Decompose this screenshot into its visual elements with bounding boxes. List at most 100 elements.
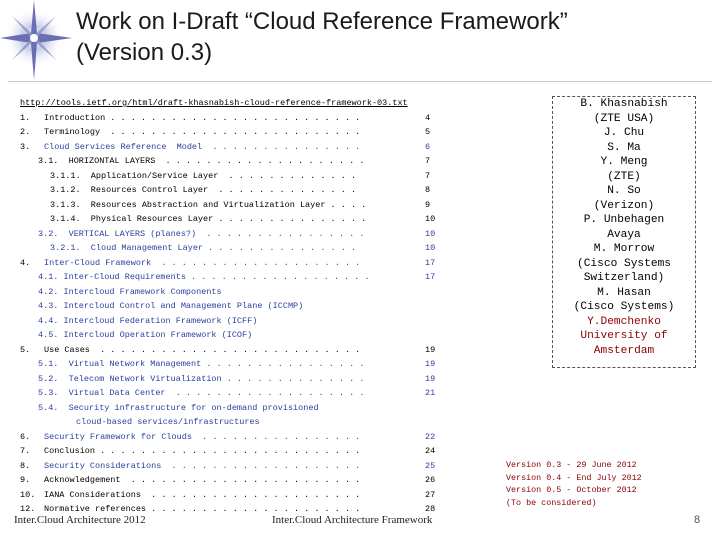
draft-url-link[interactable]: http://tools.ietf.org/html/draft-khasnab…	[20, 98, 408, 108]
toc-entry: 5.2. Telecom Network Virtualization . . …	[20, 372, 490, 387]
toc-entry: 3.2. VERTICAL LAYERS (planes?) . . . . .…	[20, 227, 490, 242]
toc-entry-page: 5	[425, 127, 431, 137]
toc-entry: 3.1.3. Resources Abstraction and Virtual…	[20, 198, 490, 213]
toc-entry: 8. Security Considerations . . . . . . . …	[20, 459, 490, 474]
author-line: (ZTE)	[607, 170, 641, 183]
toc-entry-title: Cloud Services Reference Model . . . . .…	[44, 141, 361, 152]
toc-entry-page: 19	[425, 359, 436, 369]
toc-entry: 3.2.1. Cloud Management Layer . . . . . …	[20, 241, 490, 256]
title-line-2: (Version 0.3)	[76, 39, 213, 66]
toc-entry: 6. Security Framework for Clouds . . . . …	[20, 430, 490, 445]
author-line: University of	[580, 330, 668, 342]
toc-entry-number: 10.	[20, 489, 36, 500]
toc-entry-page: 24	[425, 446, 436, 456]
toc-entry-number: 6.	[20, 431, 31, 442]
author-line: M. Hasan	[597, 286, 651, 299]
author-line: (Cisco Systems)	[573, 301, 675, 313]
toc-entry-title: Use Cases . . . . . . . . . . . . . . . …	[44, 344, 361, 355]
toc-entry: 3. Cloud Services Reference Model . . . .…	[20, 140, 490, 155]
toc-entry-number: 1.	[20, 112, 31, 123]
toc-entry-number: 5.	[20, 344, 31, 355]
toc-entry-page: 21	[425, 388, 436, 398]
toc-entry-number: 8.	[20, 460, 31, 471]
toc-entry: 4.4. Intercloud Federation Framework (IC…	[20, 314, 490, 329]
footer-center: Inter.Cloud Architecture Framework	[272, 514, 433, 526]
page-number: 8	[694, 514, 701, 526]
author-line: (Cisco Systems	[577, 257, 671, 270]
toc-entry-number: 3.	[20, 141, 31, 152]
toc-entry: 2. Terminology . . . . . . . . . . . . . …	[20, 125, 490, 140]
toc-entry: 4.1. Inter-Cloud Requirements . . . . . …	[20, 270, 490, 285]
author-line: B. Khasnabish	[580, 98, 668, 110]
toc-entry: 3.1.4. Physical Resources Layer . . . . …	[20, 212, 490, 227]
title-line-1: Work on I-Draft “Cloud Reference Framewo…	[76, 8, 568, 35]
author-line: Y. Meng	[600, 156, 648, 168]
toc-entry-title: 3.2.1. Cloud Management Layer . . . . . …	[50, 243, 357, 253]
toc-entry: 4.5. Intercloud Operation Framework (ICO…	[20, 328, 490, 343]
toc-entry-title: IANA Considerations . . . . . . . . . . …	[44, 489, 361, 500]
toc-entry: 4. Inter-Cloud Framework . . . . . . . . …	[20, 256, 490, 271]
toc-entry: 1. Introduction . . . . . . . . . . . . .…	[20, 111, 490, 126]
toc-entry-title: cloud-based services/infrastructures	[76, 417, 260, 427]
version-line: Version 0.4 - End July 2012	[506, 472, 642, 483]
toc-entry-title: 4.3. Intercloud Control and Management P…	[38, 301, 304, 311]
toc-entry: 7. Conclusion . . . . . . . . . . . . . .…	[20, 444, 490, 459]
toc-entry-title: 3.1. HORIZONTAL LAYERS . . . . . . . . .…	[38, 156, 365, 166]
toc-entry-title: Inter-Cloud Framework . . . . . . . . . …	[44, 257, 361, 268]
toc-entry-number: 2.	[20, 127, 31, 137]
toc-entry-title: 5.1. Virtual Network Management . . . . …	[38, 359, 365, 369]
version-line: Version 0.3 - 29 June 2012	[506, 460, 637, 470]
toc-entry-title: 3.1.1. Application/Service Layer . . . .…	[50, 170, 357, 181]
toc-entry-number: 4.	[20, 257, 31, 268]
toc-entry-page: 7	[425, 156, 431, 166]
author-line: Y.Demchenko	[587, 315, 661, 328]
star-logo-icon	[0, 0, 72, 80]
toc-entry-page: 25	[425, 460, 436, 471]
toc-entry: 3.1.2. Resources Control Layer . . . . .…	[20, 183, 490, 198]
toc-entry-page: 4	[425, 112, 431, 123]
toc-entry: 3.1. HORIZONTAL LAYERS . . . . . . . . .…	[20, 154, 490, 169]
toc-entry-title: Terminology . . . . . . . . . . . . . . …	[44, 127, 361, 137]
authors-box: B. Khasnabish (ZTE USA) J. Chu S. Ma Y. Meng…	[552, 96, 696, 368]
toc-entry-page: 26	[425, 475, 436, 485]
toc-entry-page: 9	[425, 199, 431, 210]
author-line: Switzerland)	[583, 272, 665, 284]
toc-entry: 4.2. Intercloud Framework Components	[20, 285, 490, 300]
toc-entry-page: 7	[425, 170, 431, 181]
toc-entry: 5.1. Virtual Network Management . . . . …	[20, 357, 490, 372]
toc-entry-page: 17	[425, 257, 436, 268]
toc-entry-number: 7.	[20, 446, 31, 456]
toc-entry-title: 3.1.4. Physical Resources Layer . . . . …	[50, 214, 367, 224]
author-line: (Verizon)	[593, 199, 655, 212]
author-line: Avaya	[607, 228, 641, 241]
toc-entry-title: Security Framework for Clouds . . . . . …	[44, 431, 361, 442]
toc-entry: 9. Acknowledgement . . . . . . . . . . . …	[20, 473, 490, 488]
author-line: P. Unbehagen	[583, 214, 665, 226]
toc-entry: 5.3. Virtual Data Center . . . . . . . .…	[20, 386, 490, 401]
toc-entry-title: 5.2. Telecom Network Virtualization . . …	[38, 373, 365, 384]
toc-entry-title: 3.1.3. Resources Abstraction and Virtual…	[50, 199, 367, 210]
toc-entry-title: 5.3. Virtual Data Center . . . . . . . .…	[38, 388, 365, 398]
toc-entry-page: 22	[425, 431, 436, 442]
toc-list: 1. Introduction . . . . . . . . . . . . .…	[20, 111, 490, 517]
toc-entry: 5.4. Security infrastructure for on-dema…	[20, 401, 490, 416]
toc-entry-title: 4.4. Intercloud Federation Framework (IC…	[38, 315, 258, 326]
author-line: N. So	[607, 185, 641, 197]
toc-entry-title: 4.2. Intercloud Framework Components	[38, 286, 222, 297]
author-line: M. Morrow	[593, 243, 655, 255]
slide-title: Work on I-Draft “Cloud Reference Framewo…	[76, 6, 716, 68]
author-line: S. Ma	[607, 141, 641, 154]
toc-entry-title: Introduction . . . . . . . . . . . . . .…	[44, 112, 361, 123]
toc-entry-page: 17	[425, 272, 436, 282]
toc-entry-title: Security Considerations . . . . . . . . …	[44, 460, 361, 471]
footer-left: Inter.Cloud Architecture 2012	[14, 514, 146, 526]
author-line: Amsterdam	[593, 344, 655, 357]
toc-entry-page: 6	[425, 141, 431, 152]
toc-entry-title: 4.5. Intercloud Operation Framework (ICO…	[38, 330, 253, 340]
toc-entry-page: 10	[425, 214, 436, 224]
toc-entry-number: 9.	[20, 475, 31, 485]
version-line: Version 0.5 - October 2012	[506, 485, 637, 495]
toc-entry-page: 8	[425, 185, 431, 195]
toc-entry-page: 19	[425, 344, 436, 355]
author-line: (ZTE USA)	[593, 112, 655, 125]
